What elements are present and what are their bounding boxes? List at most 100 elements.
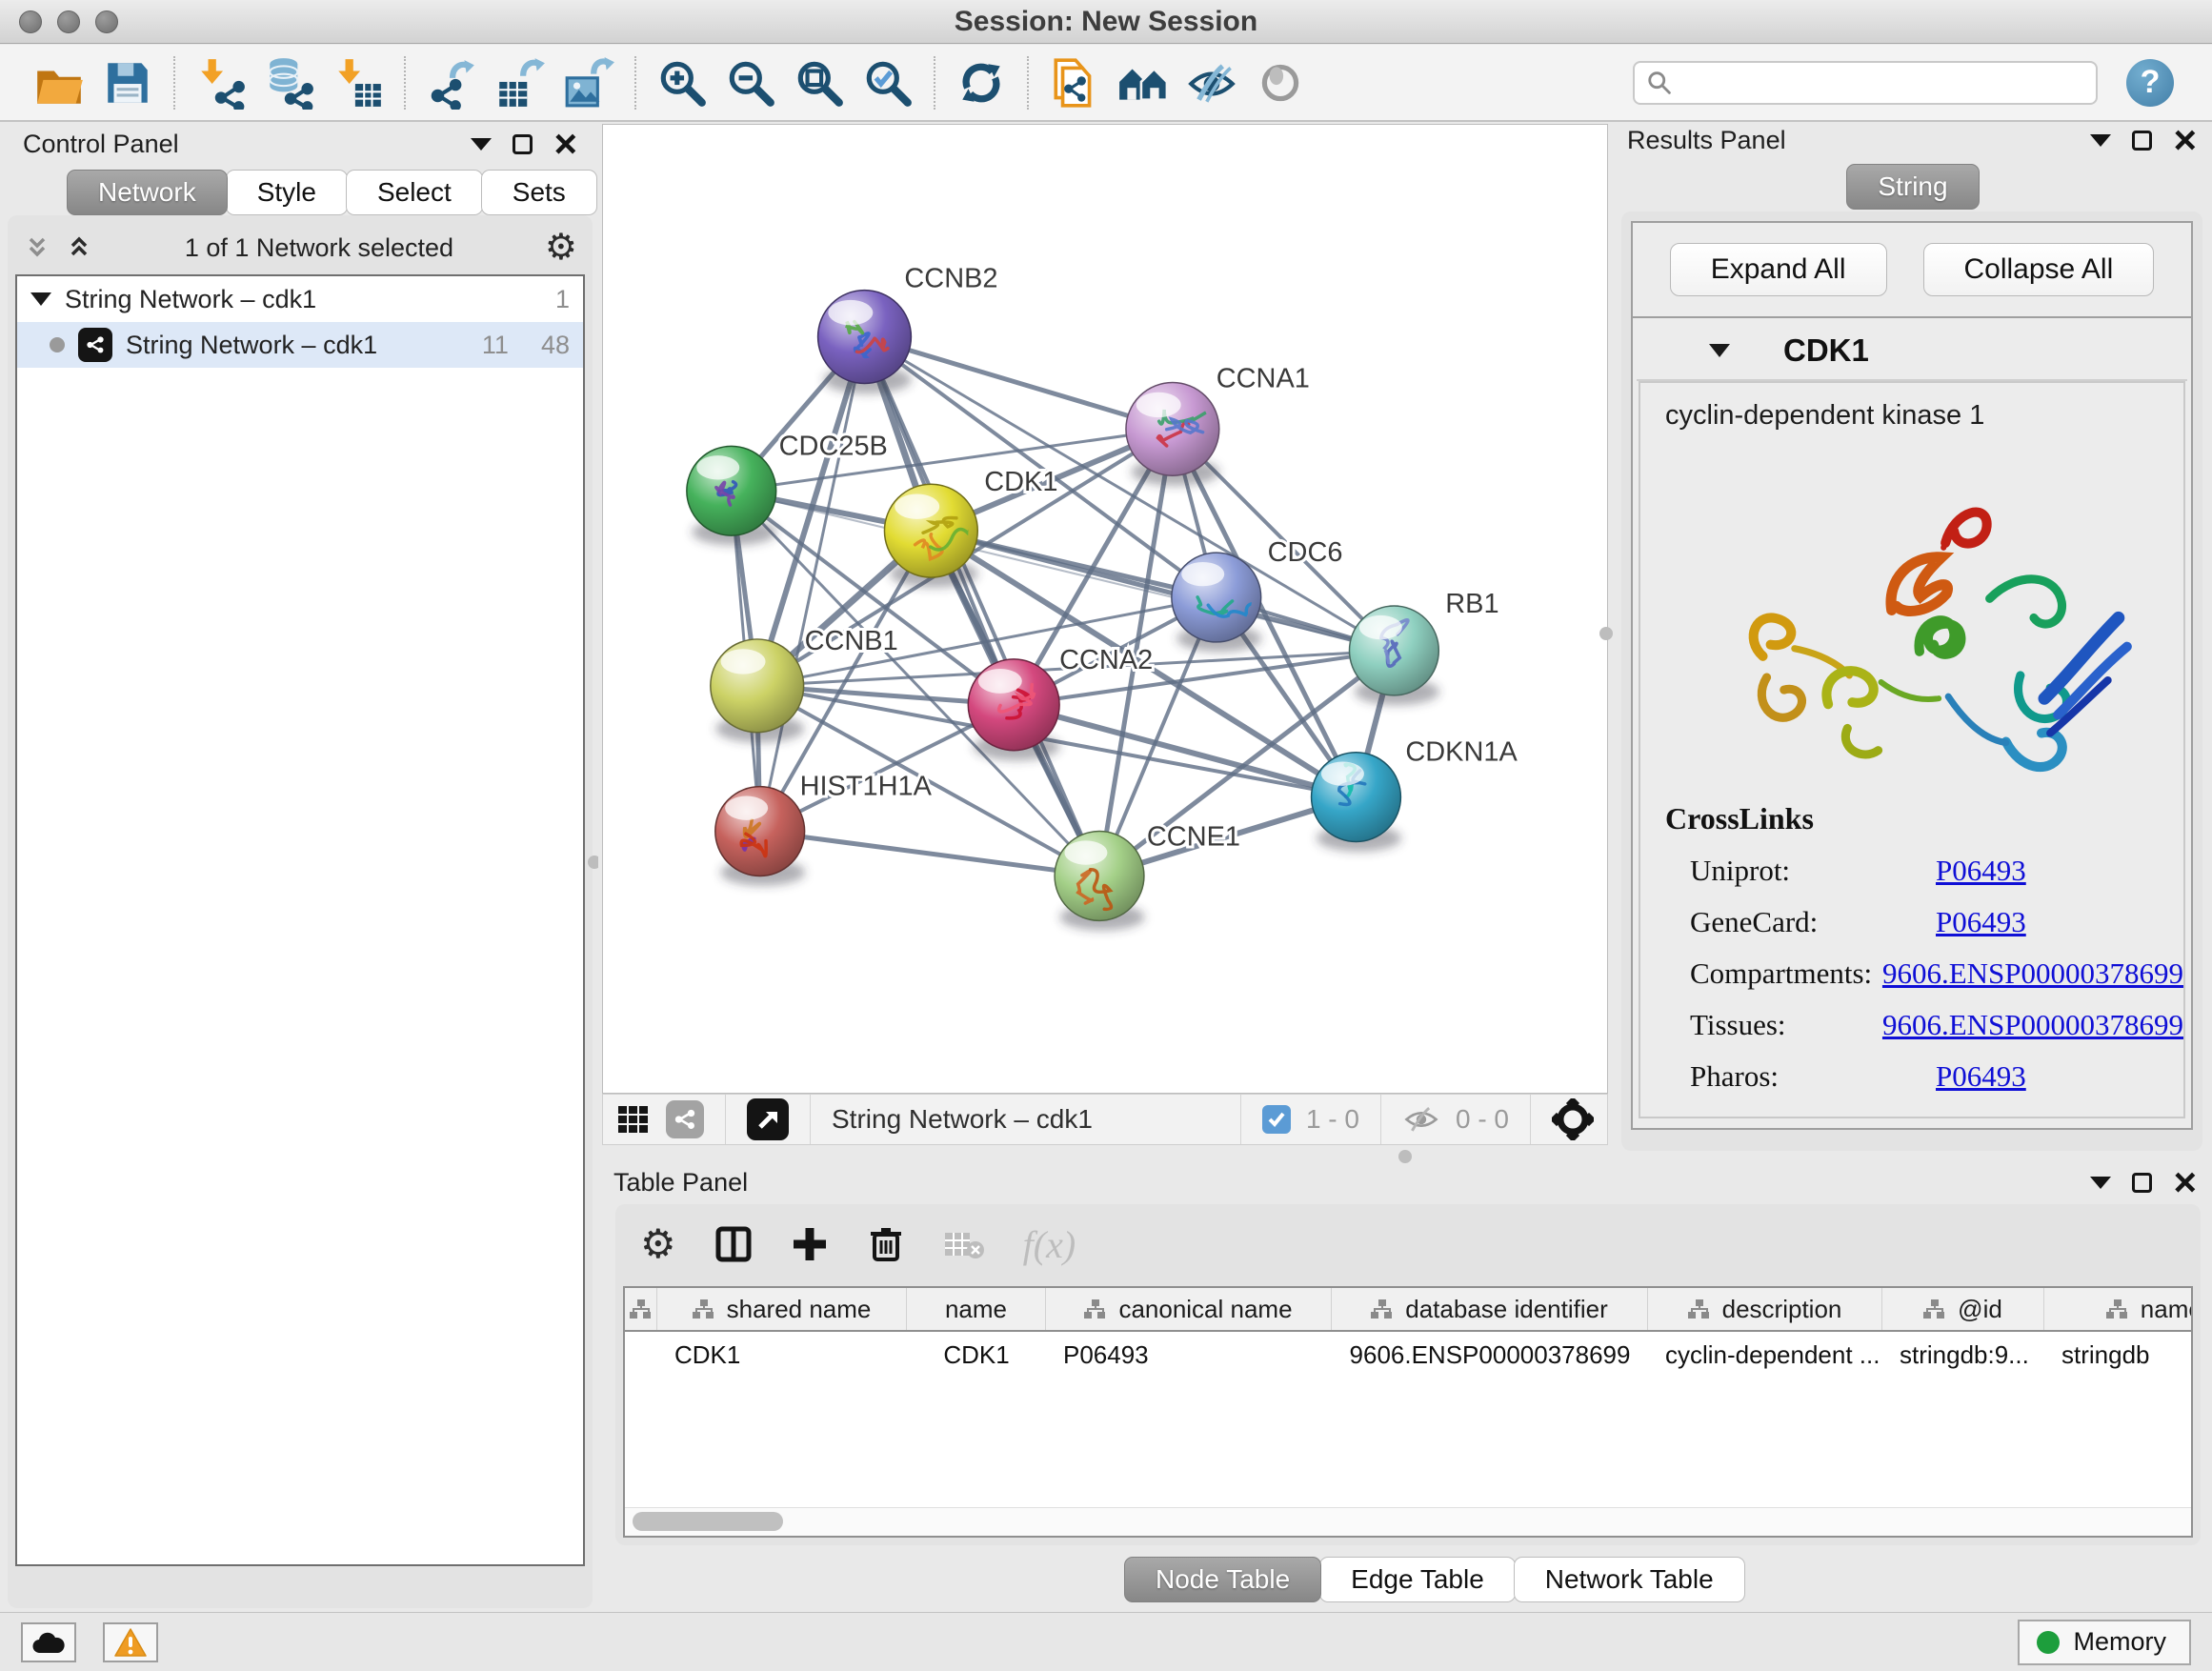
tab-edge-table[interactable]: Edge Table — [1319, 1557, 1516, 1602]
crosslink-link[interactable]: P06493 — [1936, 1059, 2026, 1094]
warnings-button[interactable] — [103, 1622, 158, 1662]
create-column-icon[interactable] — [791, 1225, 829, 1263]
import-table-icon — [332, 56, 385, 110]
zoom-selected-button[interactable] — [859, 54, 916, 111]
panel-menu-icon[interactable] — [2090, 1177, 2111, 1189]
memory-button[interactable]: Memory — [2018, 1620, 2191, 1665]
network-node-label-CCNA2: CCNA2 — [1059, 645, 1153, 675]
string-import-button[interactable] — [1046, 54, 1103, 111]
show-details-button[interactable] — [1252, 54, 1309, 111]
zoom-out-button[interactable] — [722, 54, 779, 111]
expand-all-button[interactable]: Expand All — [1670, 243, 1887, 296]
collection-caret-icon[interactable] — [30, 292, 51, 306]
import-network-from-file-button[interactable] — [192, 54, 250, 111]
network-edge-HIST1H1A-CCNE1[interactable] — [760, 832, 1099, 876]
table-row[interactable]: CDK1 CDK1 P06493 9606.ENSP00000378699 cy… — [625, 1332, 2191, 1378]
panel-close-icon[interactable]: × — [553, 129, 577, 159]
network-view-title: String Network – cdk1 — [832, 1104, 1093, 1135]
save-icon — [101, 56, 154, 110]
crosshair-icon[interactable] — [1552, 1098, 1594, 1140]
zoom-fit-icon — [793, 56, 846, 110]
scrollbar-thumb[interactable] — [633, 1512, 783, 1531]
right-splitter-handle[interactable] — [1599, 627, 1613, 640]
collapse-all-icon[interactable] — [23, 233, 51, 262]
entry-gene-name: CDK1 — [1783, 332, 1869, 369]
apply-layout-button[interactable] — [953, 54, 1010, 111]
column-shared-name[interactable]: shared name — [657, 1288, 907, 1330]
save-session-button[interactable] — [99, 54, 156, 111]
panel-float-icon[interactable] — [513, 134, 533, 154]
column-database-identifier[interactable]: database identifier — [1332, 1288, 1648, 1330]
search-box[interactable] — [1633, 61, 2098, 105]
network-node-label-CCNE1: CCNE1 — [1147, 822, 1240, 853]
tab-network-table[interactable]: Network Table — [1514, 1557, 1745, 1602]
export-image-button[interactable] — [560, 54, 617, 111]
document-network-icon — [1048, 56, 1101, 110]
column-tree-icon — [1923, 1299, 1946, 1319]
panel-float-icon[interactable] — [2132, 1173, 2152, 1193]
tab-string[interactable]: String — [1846, 164, 1979, 210]
panel-float-icon[interactable] — [2132, 131, 2152, 151]
tab-select[interactable]: Select — [346, 170, 483, 215]
export-table-button[interactable] — [492, 54, 549, 111]
results-panel-header: Results Panel × — [1612, 122, 2212, 158]
import-network-from-database-button[interactable] — [261, 54, 318, 111]
tab-sets[interactable]: Sets — [481, 170, 597, 215]
zoom-in-button[interactable] — [654, 54, 711, 111]
houses-icon — [1116, 56, 1170, 110]
delete-column-icon[interactable] — [867, 1225, 905, 1263]
export-table-icon — [493, 56, 547, 110]
entry-description: cyclin-dependent kinase 1 — [1665, 400, 2183, 432]
table-horizontal-scrollbar[interactable] — [625, 1507, 2191, 1536]
column-name[interactable]: name — [907, 1288, 1046, 1330]
crosslink-link[interactable]: 9606.ENSP00000378699 — [1882, 956, 2183, 991]
column-canonical-name[interactable]: canonical name — [1046, 1288, 1332, 1330]
horizontal-splitter-handle[interactable] — [1398, 1150, 1412, 1163]
tab-style[interactable]: Style — [226, 170, 348, 215]
import-table-from-file-button[interactable] — [330, 54, 387, 111]
statusbar-separator — [810, 1095, 811, 1144]
panel-close-icon[interactable]: × — [2173, 125, 2197, 155]
cloud-status-button[interactable] — [21, 1622, 76, 1662]
row-handle-column[interactable] — [625, 1288, 657, 1330]
entry-header[interactable]: CDK1 — [1637, 322, 2187, 381]
network-canvas[interactable]: CCNB2CCNA1CDC25BCDK1CDC6RB1CCNB1CCNA2CDK… — [602, 124, 1608, 1094]
network-edge-CCNB2-HIST1H1A[interactable] — [760, 337, 865, 832]
panel-close-icon[interactable]: × — [2173, 1167, 2197, 1198]
search-input[interactable] — [1673, 68, 2084, 97]
grid-view-icon[interactable] — [616, 1102, 651, 1137]
tab-network[interactable]: Network — [67, 170, 228, 215]
column-label: namespace — [2141, 1295, 2193, 1324]
memory-status-icon — [2037, 1631, 2060, 1654]
column-id[interactable]: @id — [1882, 1288, 2044, 1330]
crosslink-link[interactable]: 9606.ENSP00000378699 — [1882, 1008, 2183, 1042]
birdseye-toggle-icon[interactable] — [747, 1098, 789, 1140]
panel-menu-icon[interactable] — [471, 138, 492, 151]
table-options-icon[interactable]: ⚙ — [640, 1224, 676, 1264]
column-namespace[interactable]: namespace — [2044, 1288, 2193, 1330]
zoom-fit-button[interactable] — [791, 54, 848, 111]
crosslink-link[interactable]: P06493 — [1936, 905, 2026, 939]
show-all-networks-button[interactable] — [1115, 54, 1172, 111]
panel-menu-icon[interactable] — [2090, 134, 2111, 147]
tab-node-table[interactable]: Node Table — [1124, 1557, 1321, 1602]
show-columns-icon[interactable] — [714, 1225, 753, 1263]
toolbar-separator — [934, 56, 935, 110]
network-collection-row[interactable]: String Network – cdk1 1 — [17, 276, 583, 322]
control-panel-tabs: Network Style Select Sets — [67, 170, 593, 215]
selected-checkbox-icon[interactable] — [1262, 1105, 1291, 1134]
network-edge-CCNB2-CCNA1[interactable] — [864, 337, 1172, 430]
network-row[interactable]: String Network – cdk1 11 48 — [17, 322, 583, 368]
network-view-panel: CCNB2CCNA1CDC25BCDK1CDC6RB1CCNB1CCNA2CDK… — [598, 122, 1612, 1164]
collapse-all-button[interactable]: Collapse All — [1923, 243, 2155, 296]
hide-details-button[interactable] — [1183, 54, 1240, 111]
gear-icon[interactable]: ⚙ — [545, 230, 577, 266]
open-session-button[interactable] — [30, 54, 88, 111]
entry-caret-icon[interactable] — [1709, 344, 1730, 357]
memory-label: Memory — [2073, 1627, 2166, 1657]
help-button[interactable]: ? — [2126, 59, 2174, 107]
column-description[interactable]: description — [1648, 1288, 1882, 1330]
expand-all-icon[interactable] — [65, 233, 93, 262]
export-network-button[interactable] — [423, 54, 480, 111]
crosslink-link[interactable]: P06493 — [1936, 854, 2026, 888]
